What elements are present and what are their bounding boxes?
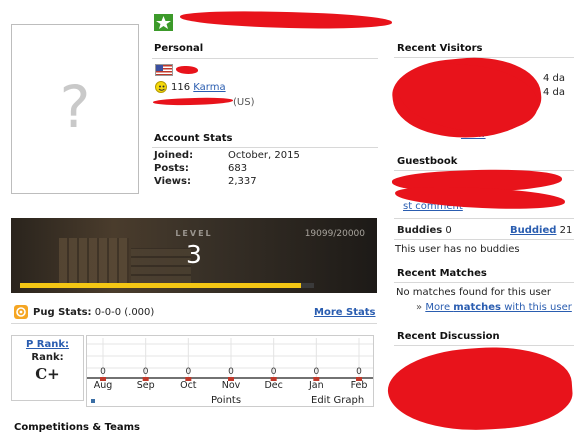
pug-stats-row: Pug Stats: 0-0-0 (.000) <box>33 307 154 318</box>
account-stats-divider <box>152 147 378 148</box>
smiley-icon <box>155 81 167 93</box>
avatar[interactable]: ? <box>11 24 139 194</box>
chart-tick-label: Aug <box>94 380 113 391</box>
chart-tick-label: Dec <box>264 380 282 391</box>
rank-value: C+ <box>35 365 60 383</box>
chart-data-label: 0 <box>271 367 277 377</box>
chart-data-label: 0 <box>185 367 191 377</box>
stat-label: Views: <box>154 176 191 187</box>
chart-tick-label: Feb <box>351 380 368 391</box>
personal-header: Personal <box>154 43 204 54</box>
discussion-divider <box>394 345 574 346</box>
stat-label: Joined: <box>154 150 194 161</box>
stat-row: Views: 2,337 <box>154 176 374 189</box>
more-matches-link-bold: matches <box>453 302 502 313</box>
pug-stats-value: 0-0-0 (.000) <box>94 307 155 318</box>
stat-value: October, 2015 <box>228 150 300 161</box>
more-matches-link-part: More <box>425 302 454 313</box>
buddied-count: 21 <box>559 225 573 236</box>
stat-row: Posts: 683 <box>154 163 374 176</box>
karma-row: 116 Karma <box>171 82 226 93</box>
karma-link[interactable]: Karma <box>193 82 225 93</box>
guestbook-header: Guestbook <box>397 156 458 167</box>
chart-x-title: Points <box>211 395 242 406</box>
chart-data-label: 0 <box>313 367 319 377</box>
more-stats-link[interactable]: More Stats <box>314 307 375 318</box>
stat-row: Joined: October, 2015 <box>154 150 374 163</box>
pug-stats-icon <box>14 305 28 319</box>
discussion-redaction <box>385 341 575 436</box>
visitor-time: 4 da <box>543 87 566 98</box>
chart-tick-label: Jan <box>308 380 324 391</box>
more-matches-row: » More matches with this user <box>416 302 572 313</box>
account-stats-table: Joined: October, 2015 Posts: 683 Views: 2,3… <box>154 150 374 189</box>
edit-graph-link[interactable]: Edit Graph <box>311 395 364 406</box>
buddied-link[interactable]: Buddied <box>510 225 556 236</box>
chart-tick-label: Sep <box>137 380 155 391</box>
guestbook-bottom-divider <box>394 218 574 219</box>
buddies-label: Buddies <box>397 225 443 236</box>
location-redaction <box>152 96 234 107</box>
avatar-placeholder-glyph: ? <box>59 73 91 141</box>
stat-value: 2,337 <box>228 176 257 187</box>
recent-discussion-header: Recent Discussion <box>397 331 500 342</box>
recent-visitors-header: Recent Visitors <box>397 43 483 54</box>
no-matches-text: No matches found for this user <box>396 287 551 298</box>
username-redaction <box>179 10 393 30</box>
stat-label: Posts: <box>154 163 189 174</box>
buddies-divider <box>394 239 574 240</box>
more-matches-link-tail: with this user <box>501 302 572 313</box>
account-stats-header: Account Stats <box>154 133 233 144</box>
points-chart: 0 Aug 0 Sep 0 Oct 0 Nov 0 Dec 0 Jan 0 Feb Points Edit… <box>86 335 374 407</box>
p-rank-link[interactable]: P Rank: <box>12 339 83 350</box>
buddied-group: Buddied 21 <box>510 225 572 236</box>
chart-data-label: 0 <box>228 367 234 377</box>
chart-data-label: 0 <box>143 367 149 377</box>
karma-value: 116 <box>171 82 191 93</box>
competitions-header: Competitions & Teams <box>14 422 141 433</box>
xp-bar-fill <box>20 283 301 288</box>
visitor-time: 4 da <box>543 73 566 84</box>
location-suffix: (US) <box>233 97 255 108</box>
chart-data-label: 0 <box>356 367 362 377</box>
xp-bar-track <box>20 283 314 288</box>
more-matches-arrow: » <box>416 302 423 313</box>
chart-data-label: 0 <box>100 367 106 377</box>
rank-label: Rank: <box>31 352 64 363</box>
stat-value: 683 <box>228 163 248 174</box>
buddies-row: Buddies 0 Buddied 21 <box>397 225 575 236</box>
name-redaction <box>176 66 198 74</box>
matches-divider <box>394 282 574 283</box>
chart-tick-label: Oct <box>180 380 197 391</box>
chart-legend-marker <box>91 399 95 403</box>
pug-stats-label: Pug Stats: <box>33 307 92 318</box>
personal-divider <box>152 58 378 59</box>
buddies-count: 0 <box>445 225 452 236</box>
online-status-icon <box>154 14 173 31</box>
level-banner: LEVEL 3 19099/20000 <box>11 218 377 293</box>
us-flag-icon <box>155 64 173 76</box>
level-value: 3 <box>186 240 202 269</box>
more-matches-link[interactable]: More matches with this user <box>425 302 572 313</box>
xp-text: 19099/20000 <box>304 229 365 239</box>
no-buddies-text: This user has no buddies <box>395 244 520 255</box>
chart-tick-label: Nov <box>222 380 241 391</box>
recent-matches-header: Recent Matches <box>397 268 487 279</box>
rank-box: P Rank: Rank: C+ <box>11 335 84 401</box>
pug-divider <box>11 323 377 324</box>
